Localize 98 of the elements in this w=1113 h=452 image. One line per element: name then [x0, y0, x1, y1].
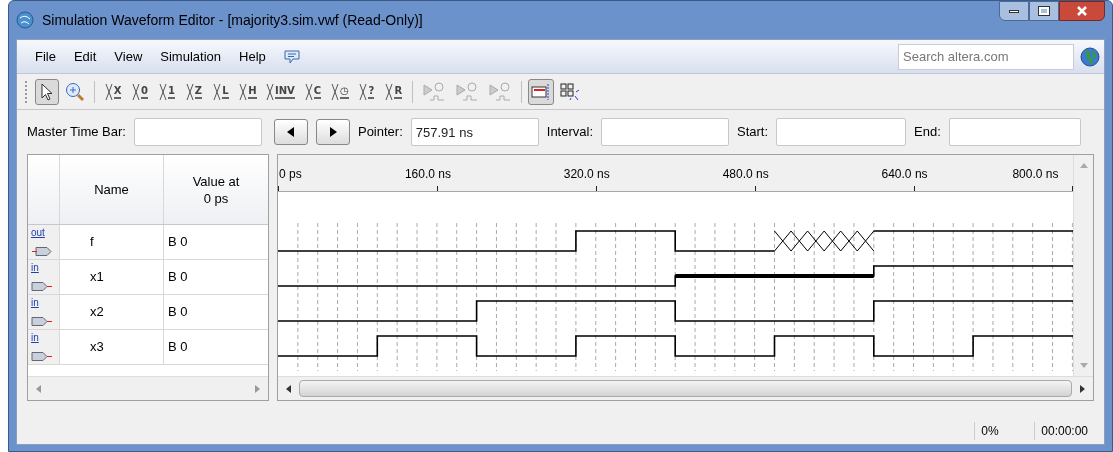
signal-name: f — [90, 233, 94, 252]
tool-button[interactable]: Z — [182, 78, 206, 105]
start-field[interactable] — [776, 118, 907, 146]
close-button[interactable] — [1059, 1, 1105, 21]
previous-button[interactable] — [273, 119, 308, 145]
interval-field[interactable] — [601, 118, 730, 146]
time-label: 320.0 ns — [563, 166, 610, 183]
column-header: Value at 0 ps — [191, 172, 241, 208]
window-title: Simulation Waveform Editor - [majority3.sim.vwf (Read-Only)] — [42, 10, 423, 30]
master-time-field[interactable] — [133, 118, 262, 146]
tick-mark — [278, 186, 279, 191]
close-icon — [1076, 6, 1088, 16]
tool-button[interactable]: R — [381, 78, 406, 105]
tool-button[interactable]: H — [236, 78, 260, 105]
field-label: Pointer: — [357, 123, 403, 142]
scroll-up-icon[interactable] — [1079, 163, 1088, 168]
pin-direction-label: in — [31, 333, 39, 343]
maximize-button[interactable] — [1029, 1, 1059, 21]
tick-mark — [436, 186, 438, 191]
signal-value: B 0 — [168, 338, 188, 357]
tick-mark — [754, 186, 756, 191]
input-pin-icon — [31, 282, 52, 291]
search-field[interactable]: Search altera.com — [898, 43, 1074, 70]
next-button[interactable] — [315, 119, 350, 145]
left-triangle-icon — [286, 127, 295, 137]
comment-icon[interactable] — [283, 49, 300, 64]
end-field[interactable] — [948, 118, 1081, 146]
transition-icon — [304, 82, 313, 101]
toolbar-grip — [25, 80, 28, 103]
elapsed-time: 00:00:00 — [1034, 422, 1088, 440]
tool-button[interactable]: X — [101, 78, 125, 105]
app-globe-icon — [16, 11, 34, 29]
tool-button[interactable]: ? — [354, 78, 379, 105]
signal-value: B 0 — [168, 233, 188, 252]
menu-item[interactable]: View — [106, 44, 151, 69]
menu-item[interactable]: File — [27, 44, 64, 69]
transition-icon — [213, 82, 222, 101]
transition-icon — [385, 82, 394, 101]
time-label: 0 ps — [279, 166, 302, 183]
signal-name: x3 — [90, 338, 104, 357]
transition-icon — [132, 82, 140, 101]
input-pin-icon — [31, 352, 52, 361]
transition-icon — [359, 82, 368, 101]
scroll-right-icon[interactable] — [1080, 384, 1085, 393]
time-label: 160.0 ns — [404, 166, 451, 183]
globe-icon[interactable] — [1080, 46, 1100, 67]
signal-value: B 0 — [168, 268, 188, 287]
scrollbar-thumb[interactable] — [299, 380, 1072, 397]
tool-button[interactable]: INV — [263, 78, 298, 105]
minimize-button[interactable] — [999, 1, 1029, 21]
tick-mark — [1072, 186, 1074, 191]
tick-mark — [595, 186, 597, 191]
menu-item[interactable]: Edit — [65, 44, 105, 69]
progress-percent: 0% — [974, 422, 1035, 440]
field-label: End: — [914, 123, 941, 142]
simulate-icon — [454, 81, 479, 102]
signal-name: x1 — [90, 268, 104, 287]
vertical-scrollbar[interactable] — [1073, 155, 1093, 376]
tool-button[interactable] — [35, 78, 59, 105]
pointer-field[interactable]: 757.91 ns — [410, 118, 539, 146]
right-triangle-icon — [328, 127, 337, 137]
tool-button[interactable]: L — [209, 78, 233, 105]
tool-button[interactable]: 0 — [128, 78, 152, 105]
output-pin-icon — [31, 247, 52, 256]
signal-value: B 0 — [168, 303, 188, 322]
time-label: 480.0 ns — [722, 166, 769, 183]
pin-direction-label: in — [31, 263, 39, 273]
simulate-icon — [487, 81, 512, 102]
time-label: 800.0 ns — [1012, 166, 1059, 183]
signal-name: x2 — [90, 303, 104, 322]
tick-mark — [913, 186, 915, 191]
scroll-down-icon[interactable] — [1079, 363, 1088, 368]
transition-icon — [239, 82, 248, 101]
simulate-icon — [421, 81, 446, 102]
input-pin-icon — [31, 317, 52, 326]
transition-icon — [159, 82, 167, 101]
scroll-left-icon[interactable] — [286, 384, 291, 393]
menu-item[interactable]: Help — [231, 44, 274, 69]
column-header: Name — [60, 155, 164, 224]
tool-button[interactable]: C — [300, 78, 325, 105]
transition-icon — [104, 82, 113, 101]
menu-item[interactable]: Simulation — [152, 44, 229, 69]
tool-button[interactable]: 1 — [155, 78, 179, 105]
pin-direction-label: in — [31, 298, 39, 308]
transition-icon — [330, 82, 339, 101]
grid-icon — [559, 82, 580, 101]
snap-to-grid-icon — [530, 82, 551, 101]
transition-icon — [185, 82, 194, 101]
zoom-icon — [65, 81, 85, 102]
tool-button[interactable] — [527, 78, 554, 105]
transition-icon — [266, 82, 274, 101]
pin-direction-label: out — [31, 228, 45, 238]
field-label: Interval: — [546, 123, 594, 142]
tool-button[interactable]: ◷ — [327, 78, 352, 105]
time-label: 640.0 ns — [881, 166, 928, 183]
field-label: Master Time Bar: — [27, 123, 126, 142]
pointer-icon — [39, 82, 55, 101]
field-label: Start: — [737, 123, 769, 142]
